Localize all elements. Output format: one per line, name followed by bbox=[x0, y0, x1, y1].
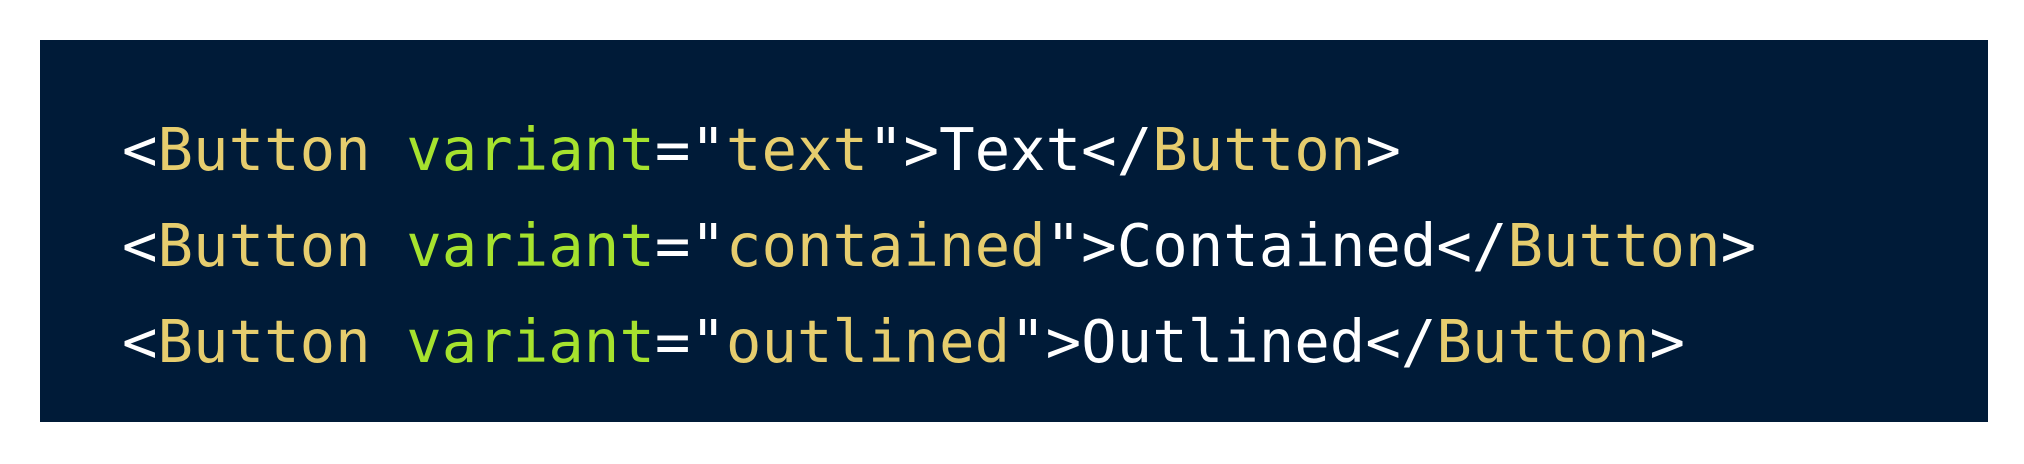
inner-text: Outlined bbox=[1081, 307, 1366, 376]
open-bracket: < bbox=[122, 211, 158, 280]
attribute-value: text bbox=[725, 115, 869, 184]
attribute-value: outlined bbox=[725, 307, 1011, 376]
closing-tag-end: > bbox=[1365, 115, 1401, 184]
code-line-text-button: <Button variant="text">Text</Button> bbox=[122, 102, 1988, 198]
quote-open: " bbox=[690, 307, 726, 376]
code-line-outlined-button: <Button variant="outlined">Outlined</But… bbox=[122, 294, 1988, 390]
tag-name: Button bbox=[157, 115, 371, 184]
quote-open: " bbox=[690, 211, 726, 280]
greater-than: > bbox=[1045, 307, 1082, 376]
closing-tag-start: </ bbox=[1365, 307, 1437, 376]
closing-tag-start: </ bbox=[1081, 115, 1153, 184]
open-bracket: < bbox=[122, 115, 158, 184]
attribute-name: variant bbox=[406, 115, 655, 184]
attribute-name: variant bbox=[406, 211, 655, 280]
quote-close: " bbox=[868, 115, 904, 184]
closing-tag-end: > bbox=[1720, 211, 1757, 280]
inner-text: Text bbox=[939, 115, 1082, 184]
code-line-contained-button: <Button variant="contained">Contained</B… bbox=[122, 198, 1988, 294]
attribute-value: contained bbox=[725, 211, 1046, 280]
attribute-name: variant bbox=[406, 307, 655, 376]
tag-name: Button bbox=[157, 211, 371, 280]
closing-tag-end: > bbox=[1649, 307, 1686, 376]
quote-close: " bbox=[1045, 211, 1082, 280]
tag-name: Button bbox=[157, 307, 371, 376]
open-bracket: < bbox=[122, 307, 158, 376]
equals-sign: = bbox=[654, 307, 691, 376]
quote-close: " bbox=[1010, 307, 1046, 376]
code-block: <Button variant="text">Text</Button> <Bu… bbox=[40, 40, 1988, 422]
quote-open: " bbox=[690, 115, 726, 184]
greater-than: > bbox=[1081, 211, 1117, 280]
greater-than: > bbox=[903, 115, 940, 184]
closing-tag-name: Button bbox=[1152, 115, 1366, 184]
closing-tag-start: </ bbox=[1436, 211, 1508, 280]
closing-tag-name: Button bbox=[1436, 307, 1650, 376]
closing-tag-name: Button bbox=[1507, 211, 1721, 280]
inner-text: Contained bbox=[1116, 211, 1437, 280]
equals-sign: = bbox=[654, 211, 691, 280]
equals-sign: = bbox=[654, 115, 691, 184]
